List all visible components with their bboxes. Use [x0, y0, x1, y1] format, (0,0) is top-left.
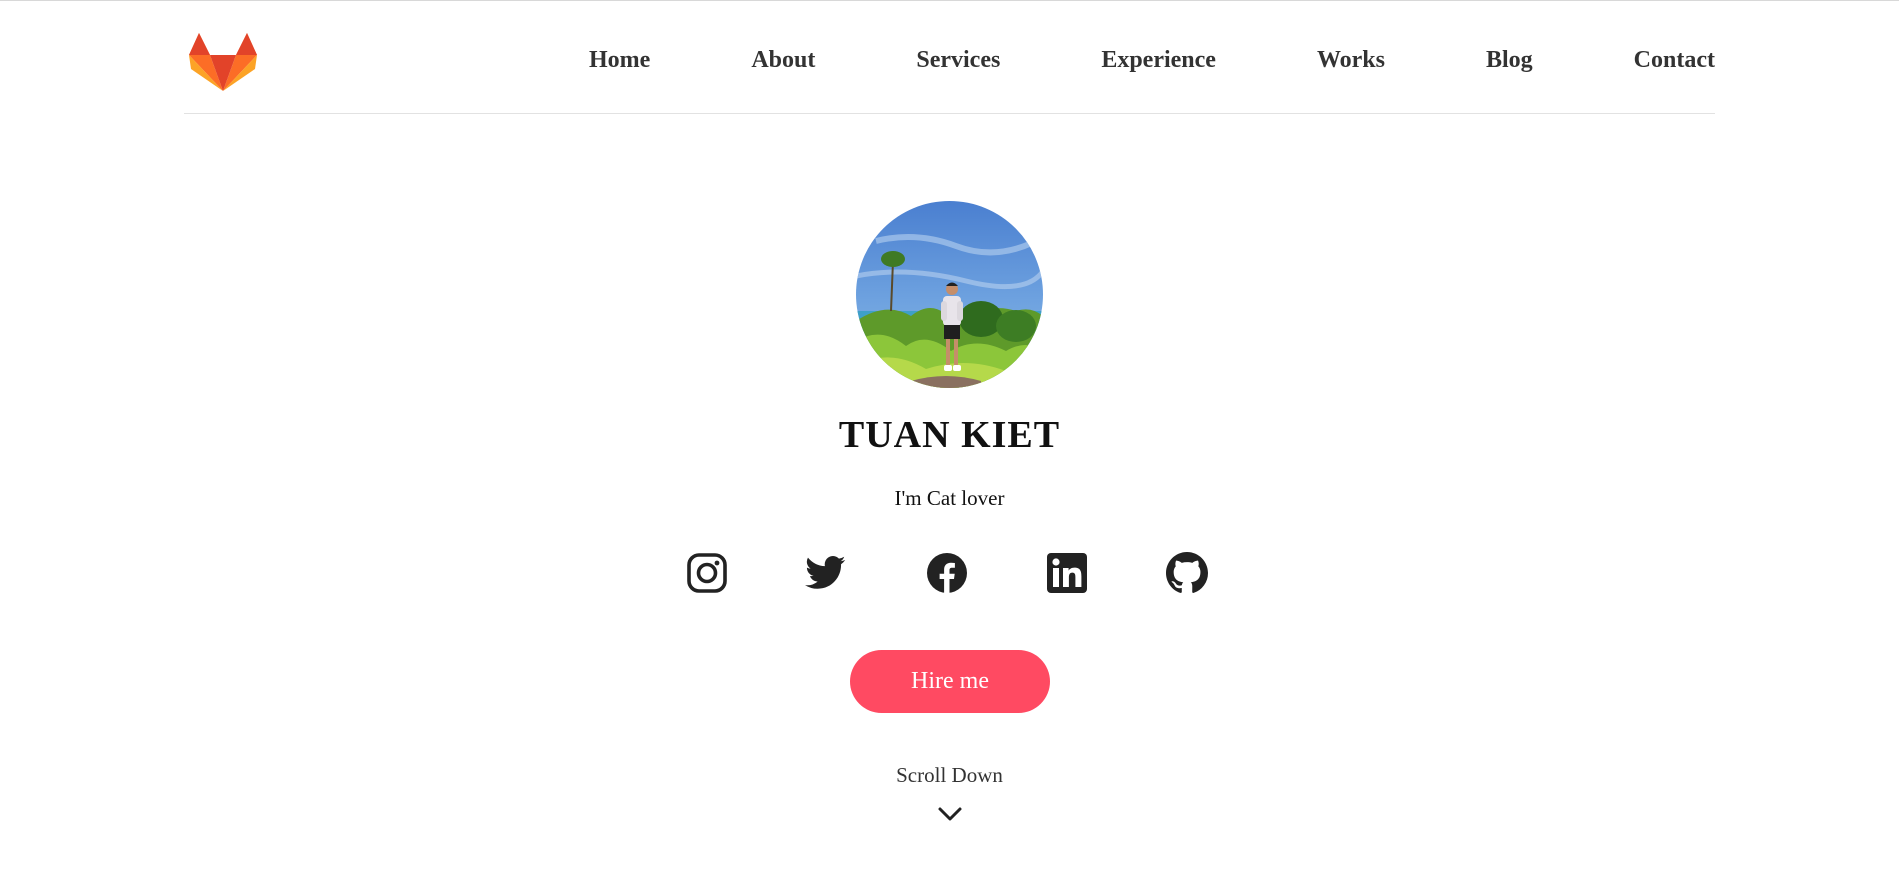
instagram-icon[interactable] [686, 552, 728, 594]
twitter-icon[interactable] [805, 552, 847, 594]
chevron-down-icon[interactable] [937, 805, 963, 823]
profile-photo [856, 201, 1043, 388]
avatar [856, 201, 1043, 388]
hero-section: TUAN KIET I'm Cat lover Hire me Scroll D… [0, 0, 1899, 892]
social-links [686, 552, 1216, 594]
facebook-icon[interactable] [926, 552, 968, 594]
tagline: I'm Cat lover [894, 486, 1005, 510]
linkedin-icon[interactable] [1046, 552, 1088, 594]
hire-me-button[interactable]: Hire me [850, 650, 1050, 713]
scroll-down-link[interactable]: Scroll Down [0, 765, 1899, 786]
github-icon[interactable] [1166, 552, 1208, 594]
person-name: TUAN KIET [838, 414, 1061, 456]
